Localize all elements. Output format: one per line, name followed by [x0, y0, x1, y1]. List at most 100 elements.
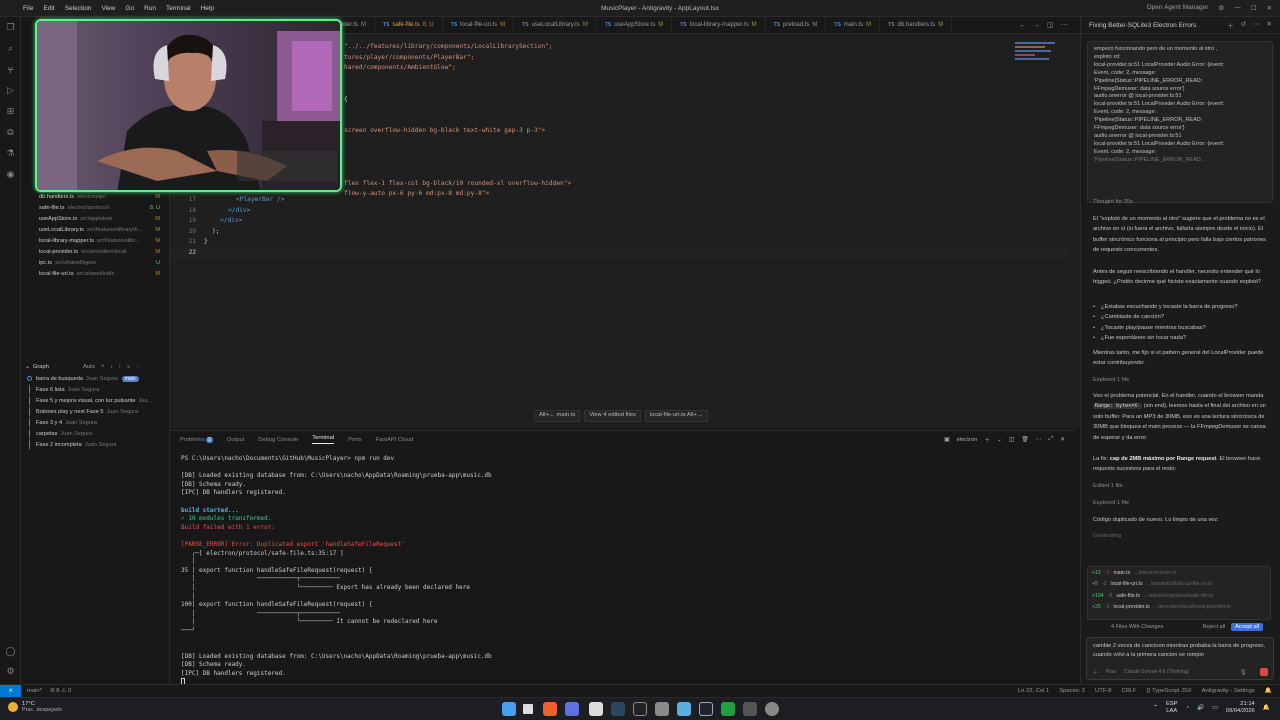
menu-file[interactable]: File — [23, 5, 33, 12]
model-select[interactable]: Claude Sonnet 4.6 (Thinking) — [1124, 669, 1189, 676]
app-icon[interactable] — [677, 702, 691, 716]
list-item[interactable]: local-library-mapper.ts src\features\libr… — [21, 235, 170, 246]
reject-all-button[interactable]: Reject all — [1203, 624, 1226, 630]
list-item[interactable]: barra de busqueda Juan Segura main — [21, 373, 170, 384]
agent-manager-button[interactable]: Open Agent Manager — [1147, 4, 1209, 12]
tab-safe-file[interactable]: TS safe-file.ts 8, U — [375, 17, 443, 33]
list-item[interactable]: +12 -7 main.ts ...\electron\main.ts — [1088, 567, 1270, 579]
chevron-down-icon[interactable]: ⌄ — [997, 437, 1002, 443]
terminal-shell-name[interactable]: electron — [957, 437, 978, 443]
menu-selection[interactable]: Selection — [65, 5, 92, 12]
list-item[interactable]: useLocalLibrary.ts src\features\library\h… — [21, 224, 170, 235]
files-with-changes-toggle[interactable]: 4 Files With Changes — [1111, 624, 1163, 630]
prev-edit-button[interactable]: Alt+← main.ts — [534, 410, 581, 422]
remote-icon[interactable]: ⧉ — [0, 122, 21, 143]
list-item[interactable]: local-provider.ts src\providers\local M — [21, 246, 170, 257]
list-item[interactable]: Fase 5 y mejora visual, con luz pulsante… — [21, 395, 170, 406]
history-icon[interactable]: ↺ — [1241, 20, 1246, 30]
menu-view[interactable]: View — [101, 5, 115, 12]
maximize-icon[interactable]: ☐ — [1251, 4, 1257, 12]
extensions-icon[interactable]: ⊞ — [0, 101, 21, 122]
tab-debug-console[interactable]: Debug Console — [258, 437, 298, 443]
tab-use-app-store[interactable]: TS useAppStore.ts M — [597, 17, 673, 33]
close-icon[interactable]: ✕ — [1267, 20, 1272, 30]
graph-mode[interactable]: Auto — [83, 364, 95, 370]
remote-icon[interactable]: ⨯ — [0, 684, 21, 698]
list-item[interactable]: useAppStore.ts src\app\store M — [21, 213, 170, 224]
list-item[interactable]: +104 -0 safe-file.ts ...\electron\protocol\… — [1088, 590, 1270, 602]
split-terminal-icon[interactable]: ◫ — [1009, 437, 1014, 443]
menu-go[interactable]: Go — [125, 5, 134, 12]
list-item[interactable]: ipc.ts src\shared\types U — [21, 257, 170, 268]
next-edit-button[interactable]: local-file-uri.ts Alt+→ — [644, 410, 708, 422]
list-item[interactable]: Botones play y next Fase 5 Juan Segura — [21, 406, 170, 417]
graph-header[interactable]: ⌄ Graph Auto ⑂ ↓ ↑ ↻ ⋯ — [21, 361, 170, 373]
source-control-icon[interactable]: ⑂ — [0, 59, 21, 80]
tab-local-library-mapper[interactable]: TS local-library-mapper.ts M — [672, 17, 766, 33]
search-icon[interactable]: ⌕ — [0, 38, 21, 59]
chat-input[interactable]: cambie 2 veces de cancioon mientras prob… — [1086, 637, 1274, 680]
clock[interactable]: 21:14 09/04/2026 — [1226, 701, 1255, 715]
nav-back-icon[interactable]: ← — [1019, 22, 1026, 29]
weather-widget[interactable]: 17°C Prac. despejado — [8, 701, 62, 713]
tab-ports[interactable]: Ports — [348, 437, 362, 443]
split-editor-icon[interactable]: ◫ — [1047, 21, 1054, 29]
start-icon[interactable] — [502, 702, 516, 716]
chevron-up-icon[interactable]: ⌃ — [1153, 705, 1158, 711]
list-item[interactable]: Fase 2 incompleta Juan Segura — [21, 439, 170, 450]
git-icon[interactable]: ◉ — [0, 164, 21, 185]
view-edited-files-button[interactable]: View 4 edited files — [584, 410, 641, 422]
discord-icon[interactable] — [565, 702, 579, 716]
manage-icon[interactable]: ⚙ — [0, 661, 21, 682]
app-icon[interactable] — [655, 702, 669, 716]
app-icon[interactable] — [743, 702, 757, 716]
settings-icon[interactable]: ⚙ — [1218, 4, 1224, 12]
antigravity-icon[interactable] — [699, 702, 713, 716]
tab-main[interactable]: TS main.ts M — [826, 17, 881, 33]
testing-icon[interactable]: ⚗ — [0, 143, 21, 164]
cursor-position[interactable]: Ln 22, Col 1 — [1018, 688, 1049, 694]
edited-files-toggle[interactable]: Edited 1 file — [1093, 481, 1271, 491]
minimize-icon[interactable]: — — [1234, 4, 1241, 12]
battery-icon[interactable]: ▭ — [1212, 705, 1217, 711]
antigravity-settings[interactable]: Antigravity - Settings — [1202, 688, 1255, 694]
list-item[interactable]: Fase 3 y 4 Juan Segura — [21, 417, 170, 428]
microphone-icon[interactable]: 🎙 — [1239, 669, 1247, 676]
tab-local-file-uri[interactable]: TS local-file-uri.ts M — [443, 17, 515, 33]
list-item[interactable]: local-file-uri.ts src\shared\utils M — [21, 268, 170, 279]
language-indicator[interactable]: ESP LAA — [1166, 701, 1178, 715]
bell-icon[interactable]: 🔔 — [1265, 688, 1272, 694]
problems-indicator[interactable]: ⊘ 8 ⚠ 0 — [50, 688, 71, 694]
new-terminal-icon[interactable]: ＋ — [984, 435, 990, 444]
nav-forward-icon[interactable]: → — [1033, 22, 1040, 29]
more-actions-icon[interactable]: ⋯ — [1036, 437, 1042, 443]
list-item[interactable]: db.handlers.ts electron/ipc M — [21, 191, 170, 202]
minimap[interactable] — [1015, 42, 1065, 68]
trash-icon[interactable]: 🗑 — [1021, 437, 1028, 443]
indentation[interactable]: Spaces: 2 — [1059, 688, 1085, 694]
language-mode[interactable]: {} TypeScript JSX — [1147, 688, 1192, 694]
xbox-icon[interactable] — [721, 702, 735, 716]
more-actions-icon[interactable]: ⋯ — [1061, 21, 1068, 29]
encoding[interactable]: UTF-8 — [1095, 688, 1111, 694]
explorer-icon[interactable]: ❐ — [0, 17, 21, 38]
explored-files-toggle[interactable]: Explored 1 file — [1093, 375, 1271, 385]
tab-terminal[interactable]: Terminal — [312, 435, 335, 444]
graph-actions[interactable]: ⑂ ↓ ↑ ↻ ⋯ — [101, 364, 142, 370]
volume-icon[interactable]: 🔊 — [1197, 705, 1204, 711]
maximize-panel-icon[interactable]: ⤢ — [1049, 436, 1054, 443]
list-item[interactable]: safe-file.ts electron\protocol 8, U — [21, 202, 170, 213]
close-icon[interactable]: ✕ — [1267, 4, 1272, 12]
task-view-icon[interactable] — [523, 704, 533, 714]
steam-icon[interactable] — [611, 702, 625, 716]
plan-mode-select[interactable]: Plan — [1106, 669, 1116, 676]
tab-fastapi-cloud[interactable]: FastAPI Cloud — [376, 437, 413, 443]
menu-help[interactable]: Help — [201, 5, 214, 12]
run-debug-icon[interactable]: ▷ — [0, 80, 21, 101]
app-icon[interactable] — [765, 702, 779, 716]
list-item[interactable]: +25 -1 local-provider.ts ...\providers\loca… — [1088, 602, 1270, 614]
add-context-icon[interactable]: ＋ — [1093, 669, 1098, 676]
list-item[interactable]: +5 -1 local-file-uri.ts ...\shared\utils\lo… — [1088, 579, 1270, 591]
new-chat-icon[interactable]: ＋ — [1227, 20, 1234, 30]
list-item[interactable]: carpetas Juan Segura — [21, 428, 170, 439]
